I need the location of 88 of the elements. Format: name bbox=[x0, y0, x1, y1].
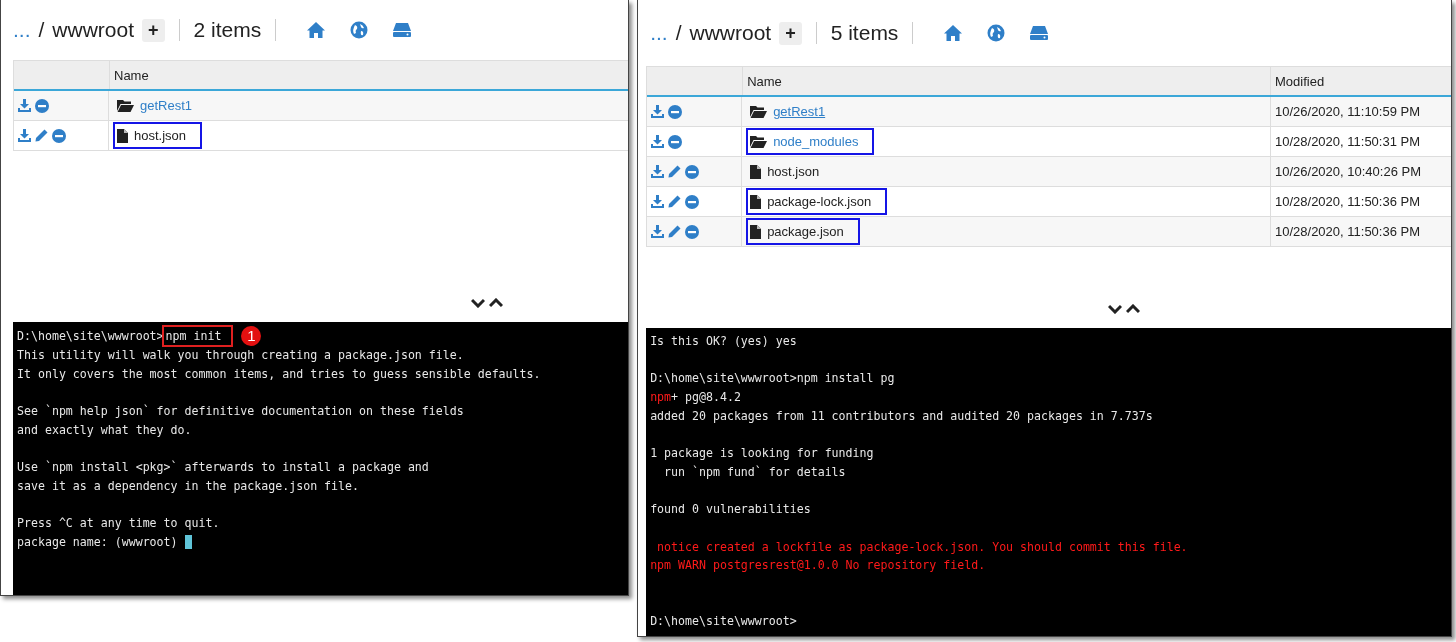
console-text: npm bbox=[650, 389, 672, 407]
chevron-down-icon[interactable] bbox=[1108, 304, 1123, 314]
console-text: It only covers the most common items, and tries to guess sensible defaults. bbox=[17, 365, 541, 383]
breadcrumb-separator: / bbox=[675, 21, 682, 45]
remove-icon[interactable] bbox=[685, 194, 700, 209]
console-text: package name: (wwwroot) bbox=[17, 534, 178, 551]
remove-icon[interactable] bbox=[685, 224, 700, 239]
add-button[interactable]: + bbox=[779, 21, 802, 45]
text-cursor bbox=[184, 535, 192, 550]
download-icon[interactable] bbox=[651, 195, 665, 208]
file-link[interactable]: host.json bbox=[113, 122, 203, 149]
modified-date: 10/28/2020, 11:50:36 PM bbox=[1270, 217, 1451, 246]
breadcrumb-link[interactable]: ... bbox=[650, 21, 668, 45]
pencil-icon[interactable] bbox=[668, 165, 682, 178]
console-text: D:\home\site\wwwroot> bbox=[650, 613, 797, 631]
column-header: Modified bbox=[1270, 67, 1451, 95]
file-row[interactable]: package.json 10/28/2020, 11:50:36 PM bbox=[647, 217, 1451, 247]
chevron-up-icon[interactable] bbox=[1126, 304, 1141, 314]
item-count: 2 items bbox=[193, 18, 262, 42]
console-text: D:\home\site\wwwroot> bbox=[17, 327, 164, 345]
console-text: See `npm help json` for definitive documentation on these fields bbox=[17, 403, 464, 421]
column-header: Name bbox=[746, 72, 783, 91]
console-text: Use `npm install <pkg>` afterwards to install a package and bbox=[17, 459, 429, 477]
console-text: Press ^C at any time to quit. bbox=[17, 515, 220, 533]
chevron-down-icon[interactable] bbox=[471, 298, 485, 308]
download-icon[interactable] bbox=[651, 105, 665, 118]
file-row[interactable]: host.json bbox=[14, 121, 629, 151]
breadcrumb-separator: / bbox=[38, 18, 45, 42]
console-text: + pg@8.4.2 bbox=[671, 389, 741, 407]
globe-icon[interactable] bbox=[987, 24, 1006, 42]
console-text: D:\home\site\wwwroot>npm install pg bbox=[650, 370, 895, 388]
download-icon[interactable] bbox=[651, 135, 665, 148]
pencil-icon[interactable] bbox=[35, 129, 48, 142]
console-text: 1 package is looking for funding bbox=[650, 445, 874, 463]
open-folder-icon bbox=[750, 105, 768, 118]
command-highlight: npm init bbox=[163, 326, 232, 346]
console-text: added 20 packages from 11 contributors and audited 20 packages in 7.737s bbox=[650, 407, 1153, 425]
folder-name: wwwroot bbox=[52, 18, 135, 42]
modified-date: 10/26/2020, 11:10:59 PM bbox=[1270, 97, 1451, 126]
file-icon bbox=[117, 128, 128, 143]
console-text: and exactly what they do. bbox=[17, 421, 192, 439]
console-text: This utility will walk you through creating a package.json file. bbox=[17, 347, 464, 364]
console-text: save it as a dependency in the package.json file. bbox=[17, 477, 360, 495]
download-icon[interactable] bbox=[651, 225, 665, 238]
remove-icon[interactable] bbox=[685, 164, 700, 179]
pencil-icon[interactable] bbox=[668, 195, 682, 208]
console-text: notice created a lockfile as package-lock.json. You should commit this file. bbox=[656, 538, 1188, 556]
file-row[interactable]: getRest1 10/26/2020, 11:10:59 PM bbox=[647, 97, 1451, 127]
remove-icon[interactable] bbox=[35, 98, 49, 113]
remove-icon[interactable] bbox=[668, 134, 683, 149]
console-text: found 0 vulnerabilities bbox=[650, 501, 811, 519]
console-text: npm WARN postgresrest@1.0.0 No repository field. bbox=[650, 557, 986, 575]
add-button[interactable]: + bbox=[142, 18, 165, 42]
hard-drive-icon[interactable] bbox=[1029, 25, 1050, 41]
file-row[interactable]: host.json 10/26/2020, 10:40:26 PM bbox=[647, 157, 1451, 187]
folder-name: wwwroot bbox=[689, 21, 772, 45]
file-icon bbox=[750, 194, 762, 209]
download-icon[interactable] bbox=[18, 129, 31, 142]
home-icon[interactable] bbox=[943, 24, 964, 42]
modified-date: 10/28/2020, 11:50:36 PM bbox=[1270, 187, 1451, 216]
chevron-up-icon[interactable] bbox=[489, 298, 503, 308]
folder-link[interactable]: getRest1 bbox=[746, 98, 842, 125]
file-icon bbox=[750, 224, 762, 239]
download-icon[interactable] bbox=[651, 165, 665, 178]
modified-date: 10/26/2020, 10:40:26 PM bbox=[1270, 157, 1451, 186]
console-text: run `npm fund` for details bbox=[663, 463, 846, 481]
file-link[interactable]: package.json bbox=[746, 218, 860, 245]
console-text: Is this OK? (yes) yes bbox=[650, 333, 797, 350]
remove-icon[interactable] bbox=[52, 128, 66, 143]
home-icon[interactable] bbox=[306, 21, 327, 39]
step-badge: 1 bbox=[241, 326, 262, 346]
open-folder-icon bbox=[750, 135, 768, 148]
remove-icon[interactable] bbox=[668, 104, 683, 119]
item-count: 5 items bbox=[830, 21, 899, 45]
pencil-icon[interactable] bbox=[668, 225, 682, 238]
open-folder-icon bbox=[117, 99, 134, 112]
globe-icon[interactable] bbox=[350, 21, 369, 39]
breadcrumb-link[interactable]: ... bbox=[13, 18, 31, 42]
download-icon[interactable] bbox=[18, 99, 31, 112]
folder-link[interactable]: node_modules bbox=[746, 128, 875, 155]
folder-link[interactable]: getRest1 bbox=[113, 92, 209, 119]
modified-date: 10/28/2020, 11:50:31 PM bbox=[1270, 127, 1451, 156]
file-icon bbox=[750, 164, 762, 179]
hard-drive-icon[interactable] bbox=[392, 22, 413, 38]
column-header: Name bbox=[113, 66, 150, 85]
file-row[interactable]: getRest1 bbox=[14, 91, 629, 121]
file-link[interactable]: host.json bbox=[746, 158, 836, 185]
file-link[interactable]: package-lock.json bbox=[746, 188, 888, 215]
